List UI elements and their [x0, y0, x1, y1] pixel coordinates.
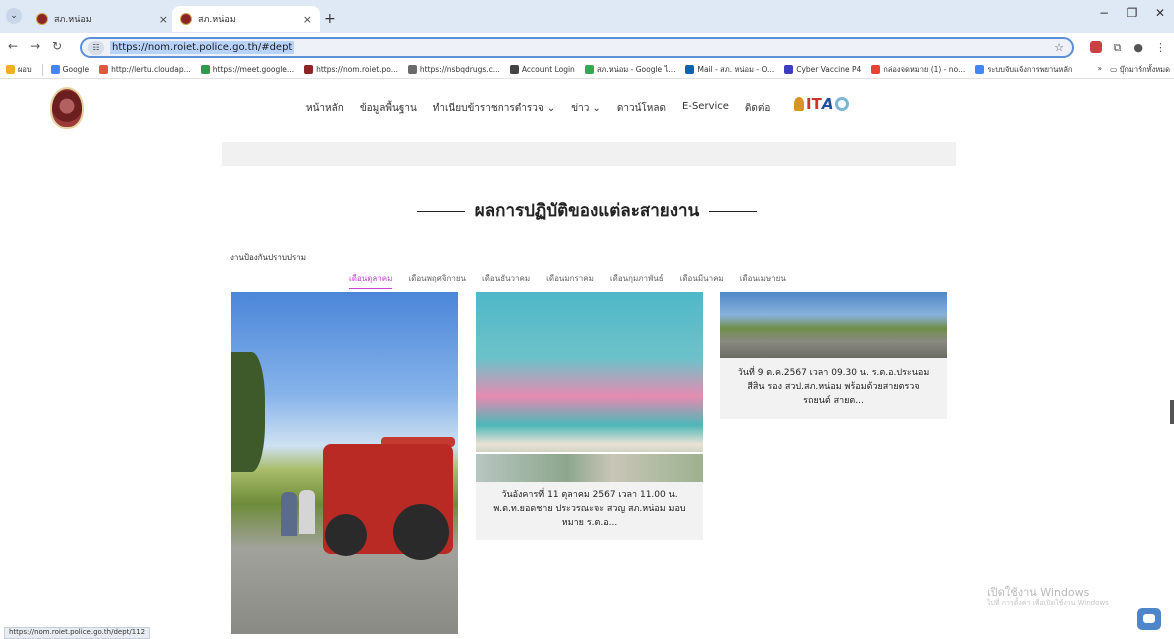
extensions-puzzle-icon[interactable]: ⧉: [1114, 41, 1122, 55]
browser-tab-active[interactable]: สภ.หน่อม ×: [172, 6, 320, 32]
home-icon: [509, 65, 519, 74]
bookmark-item[interactable]: Google: [50, 65, 89, 74]
bookmark-item[interactable]: Account Login: [509, 65, 575, 74]
tab-title: สภ.หน่อม: [198, 15, 236, 25]
main-nav: หน้าหลัก ข้อมูลพื้นฐาน ทำเนียบข้าราชการต…: [306, 101, 770, 116]
bookmarks-overflow-button[interactable]: »: [1098, 64, 1103, 76]
news-card[interactable]: วันอังคารที่ 11 ตุลาคม 2567 เวลา 11.00 น…: [476, 292, 703, 540]
title-rule: [709, 210, 758, 212]
menu-kebab-icon[interactable]: ⋮: [1155, 41, 1166, 55]
link-icon: [407, 65, 417, 74]
chat-icon[interactable]: [1137, 608, 1161, 630]
browser-tab[interactable]: สภ.หน่อม ×: [28, 6, 176, 32]
news-caption[interactable]: วันอังคารที่ 11 ตุลาคม 2567 เวลา 11.00 น…: [476, 488, 703, 530]
bookmark-item[interactable]: ผอบ: [6, 64, 32, 76]
nav-home[interactable]: หน้าหลัก: [306, 101, 344, 116]
address-bar-row: ← → ↻ ☷ https://nom.roiet.police.go.th/#…: [0, 33, 1174, 61]
tab-december[interactable]: เดือนธันวาคม: [482, 272, 530, 289]
bookmark-item[interactable]: Mail - สภ. หน่อม - O...: [685, 64, 774, 76]
bookmarks-bar: ผอบ Google http://lertu.cloudap... https…: [0, 61, 1174, 79]
close-tab-icon[interactable]: ×: [159, 13, 168, 26]
nav-officer-directory[interactable]: ทำเนียบข้าราชการตำรวจ ⌄: [433, 101, 555, 116]
department-label: งานป้องกันปราบปราม: [230, 253, 307, 262]
nav-contact[interactable]: ติดต่อ: [745, 101, 771, 116]
ita-logo[interactable]: IT A: [794, 95, 850, 113]
tab-january[interactable]: เดือนมกราคม: [546, 272, 594, 289]
police-favicon-icon: [180, 13, 192, 25]
bookmark-item[interactable]: https://nom.roiet.po...: [304, 65, 398, 74]
nav-news[interactable]: ข่าว ⌄: [571, 101, 601, 116]
news-photo-ceremony[interactable]: [476, 292, 703, 482]
link-icon: [99, 65, 109, 74]
bookmark-star-icon[interactable]: ☆: [1054, 41, 1064, 54]
mail-icon: [685, 65, 695, 74]
title-rule: [416, 210, 465, 212]
restore-icon[interactable]: ❐: [1118, 6, 1146, 20]
extension-icon[interactable]: [1089, 41, 1102, 53]
meet-icon: [200, 65, 210, 74]
news-caption[interactable]: วันที่ 9 ต.ค.2567 เวลา 09.30 น. ร.ต.อ.ปร…: [720, 366, 947, 408]
tractor-shape: [323, 444, 453, 560]
nav-download[interactable]: ดาวน์โหลด: [617, 101, 666, 116]
drive-icon: [584, 65, 594, 74]
bookmark-separator: [41, 63, 43, 76]
bookmark-item[interactable]: Cyber Vaccine P4: [784, 65, 861, 74]
forward-icon[interactable]: →: [30, 39, 40, 53]
nav-basic-info[interactable]: ข้อมูลพื้นฐาน: [360, 101, 417, 116]
url-text: https://nom.roiet.police.go.th/#dept: [110, 41, 295, 54]
person-figure: [281, 492, 297, 536]
magnifier-icon: [835, 97, 850, 111]
tractor-wheel: [325, 514, 367, 556]
apps-icon: [6, 65, 15, 74]
month-tabs: เดือนตุลาคม เดือนพฤศจิกายน เดือนธันวาคม …: [349, 272, 786, 289]
tab-april[interactable]: เดือนเมษายน: [740, 272, 786, 289]
status-bar-url: https://nom.roiet.police.go.th/dept/112: [4, 627, 151, 639]
news-photo-tractor[interactable]: [231, 292, 458, 634]
section-title: ผลการปฏิบัติของแต่ละสายงาน: [0, 197, 1174, 224]
news-card[interactable]: [231, 292, 458, 634]
all-bookmarks-button[interactable]: ▭ บุ๊กมาร์กทั้งหมด: [1110, 64, 1170, 76]
reload-icon[interactable]: ↻: [52, 39, 62, 53]
url-input[interactable]: ☷ https://nom.roiet.police.go.th/#dept ☆: [80, 37, 1074, 58]
back-icon[interactable]: ←: [8, 39, 18, 53]
tab-november[interactable]: เดือนพฤศจิกายน: [408, 272, 466, 289]
bookmark-item[interactable]: ระบบจับแจ้งการพยานหลัก: [975, 64, 1072, 76]
tree-shape: [231, 352, 265, 472]
medal-icon: [794, 97, 804, 111]
tab-title: สภ.หน่อม: [54, 15, 92, 25]
bookmark-item[interactable]: กล่องจดหมาย (1) - nо...: [871, 64, 965, 76]
tractor-wheel: [393, 504, 449, 560]
cyber-icon: [784, 65, 794, 74]
minimize-icon[interactable]: −: [1090, 6, 1118, 20]
profile-icon[interactable]: ●: [1133, 41, 1143, 55]
tab-february[interactable]: เดือนกุมภาพันธ์: [610, 272, 664, 289]
news-photo-checkpoint[interactable]: [720, 292, 947, 358]
scrollbar-thumb[interactable]: [1170, 400, 1174, 424]
police-icon: [304, 65, 314, 74]
site-header: หน้าหลัก ข้อมูลพื้นฐาน ทำเนียบข้าราชการต…: [0, 80, 1174, 142]
content-band: [222, 142, 956, 166]
google-icon: [975, 65, 985, 74]
person-figure: [299, 490, 315, 534]
google-icon: [50, 65, 60, 74]
bookmark-item[interactable]: http://lertu.cloudap...: [99, 65, 191, 74]
police-emblem-logo[interactable]: [50, 87, 84, 129]
photo-strip: [476, 452, 703, 482]
police-favicon-icon: [36, 13, 48, 25]
close-window-icon[interactable]: ✕: [1146, 6, 1174, 20]
nav-eservice[interactable]: E-Service: [682, 101, 729, 116]
tab-march[interactable]: เดือนมีนาคม: [680, 272, 724, 289]
tab-search-icon[interactable]: ⌄: [6, 8, 22, 24]
browser-tab-strip: ⌄ สภ.หน่อม × สภ.หน่อม × + − ❐ ✕: [0, 0, 1174, 33]
new-tab-button[interactable]: +: [324, 11, 336, 27]
bookmark-item[interactable]: สภ.หน่อม - Google ไ...: [584, 64, 675, 76]
site-info-icon[interactable]: ☷: [88, 40, 104, 55]
tab-october[interactable]: เดือนตุลาคม: [349, 272, 393, 289]
windows-activation-hint: ไปที่ การตั้งค่า เพื่อเปิดใช้งาน Windows: [987, 599, 1109, 607]
news-card[interactable]: วันที่ 9 ต.ค.2567 เวลา 09.30 น. ร.ต.อ.ปร…: [720, 292, 947, 419]
bookmark-item[interactable]: https://meet.google...: [200, 65, 294, 74]
close-tab-icon[interactable]: ×: [303, 13, 312, 26]
gmail-icon: [871, 65, 881, 74]
bookmark-item[interactable]: https://nsbqdrugs.c...: [407, 65, 500, 74]
